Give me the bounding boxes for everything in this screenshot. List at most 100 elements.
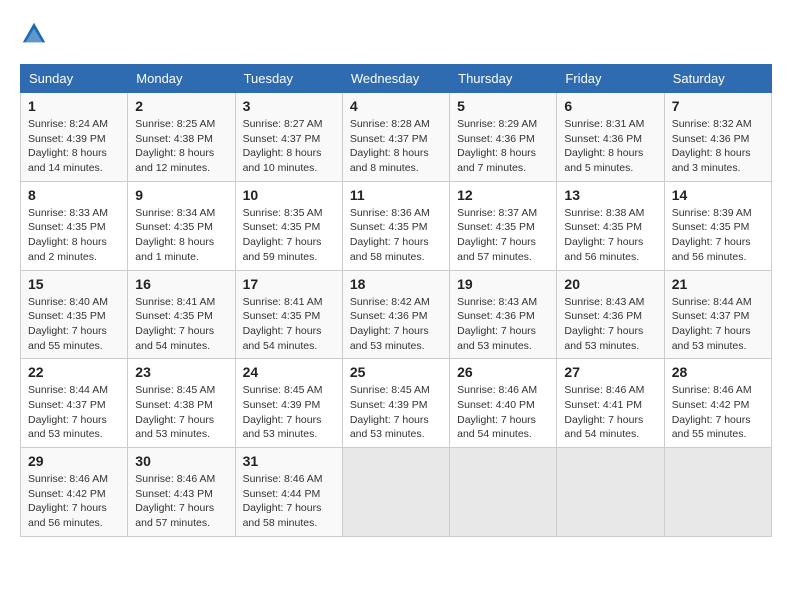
day-info: Sunrise: 8:34 AM Sunset: 4:35 PM Dayligh…	[135, 206, 227, 265]
calendar-cell: 9 Sunrise: 8:34 AM Sunset: 4:35 PM Dayli…	[128, 181, 235, 270]
day-header: Saturday	[664, 65, 771, 93]
calendar-cell	[557, 448, 664, 537]
calendar-cell: 15 Sunrise: 8:40 AM Sunset: 4:35 PM Dayl…	[21, 270, 128, 359]
day-info: Sunrise: 8:44 AM Sunset: 4:37 PM Dayligh…	[672, 295, 764, 354]
day-header: Tuesday	[235, 65, 342, 93]
calendar-cell: 16 Sunrise: 8:41 AM Sunset: 4:35 PM Dayl…	[128, 270, 235, 359]
calendar-week-row: 8 Sunrise: 8:33 AM Sunset: 4:35 PM Dayli…	[21, 181, 772, 270]
day-number: 15	[28, 276, 120, 292]
day-number: 3	[243, 98, 335, 114]
day-number: 7	[672, 98, 764, 114]
day-number: 17	[243, 276, 335, 292]
day-number: 21	[672, 276, 764, 292]
day-header: Monday	[128, 65, 235, 93]
day-number: 2	[135, 98, 227, 114]
day-info: Sunrise: 8:36 AM Sunset: 4:35 PM Dayligh…	[350, 206, 442, 265]
calendar-cell: 23 Sunrise: 8:45 AM Sunset: 4:38 PM Dayl…	[128, 359, 235, 448]
day-info: Sunrise: 8:43 AM Sunset: 4:36 PM Dayligh…	[457, 295, 549, 354]
calendar-cell: 10 Sunrise: 8:35 AM Sunset: 4:35 PM Dayl…	[235, 181, 342, 270]
calendar-header-row: SundayMondayTuesdayWednesdayThursdayFrid…	[21, 65, 772, 93]
day-header: Friday	[557, 65, 664, 93]
calendar-cell: 18 Sunrise: 8:42 AM Sunset: 4:36 PM Dayl…	[342, 270, 449, 359]
calendar-cell: 8 Sunrise: 8:33 AM Sunset: 4:35 PM Dayli…	[21, 181, 128, 270]
day-info: Sunrise: 8:46 AM Sunset: 4:40 PM Dayligh…	[457, 383, 549, 442]
day-number: 14	[672, 187, 764, 203]
calendar-cell: 5 Sunrise: 8:29 AM Sunset: 4:36 PM Dayli…	[450, 93, 557, 182]
day-info: Sunrise: 8:45 AM Sunset: 4:38 PM Dayligh…	[135, 383, 227, 442]
day-info: Sunrise: 8:25 AM Sunset: 4:38 PM Dayligh…	[135, 117, 227, 176]
day-info: Sunrise: 8:27 AM Sunset: 4:37 PM Dayligh…	[243, 117, 335, 176]
day-info: Sunrise: 8:46 AM Sunset: 4:44 PM Dayligh…	[243, 472, 335, 531]
day-number: 26	[457, 364, 549, 380]
day-number: 4	[350, 98, 442, 114]
day-info: Sunrise: 8:43 AM Sunset: 4:36 PM Dayligh…	[564, 295, 656, 354]
day-info: Sunrise: 8:28 AM Sunset: 4:37 PM Dayligh…	[350, 117, 442, 176]
day-number: 18	[350, 276, 442, 292]
day-number: 16	[135, 276, 227, 292]
calendar-cell: 14 Sunrise: 8:39 AM Sunset: 4:35 PM Dayl…	[664, 181, 771, 270]
day-info: Sunrise: 8:46 AM Sunset: 4:41 PM Dayligh…	[564, 383, 656, 442]
day-info: Sunrise: 8:29 AM Sunset: 4:36 PM Dayligh…	[457, 117, 549, 176]
day-number: 31	[243, 453, 335, 469]
calendar-week-row: 29 Sunrise: 8:46 AM Sunset: 4:42 PM Dayl…	[21, 448, 772, 537]
calendar-cell: 19 Sunrise: 8:43 AM Sunset: 4:36 PM Dayl…	[450, 270, 557, 359]
calendar-cell: 12 Sunrise: 8:37 AM Sunset: 4:35 PM Dayl…	[450, 181, 557, 270]
calendar-week-row: 1 Sunrise: 8:24 AM Sunset: 4:39 PM Dayli…	[21, 93, 772, 182]
day-info: Sunrise: 8:40 AM Sunset: 4:35 PM Dayligh…	[28, 295, 120, 354]
day-info: Sunrise: 8:37 AM Sunset: 4:35 PM Dayligh…	[457, 206, 549, 265]
day-info: Sunrise: 8:46 AM Sunset: 4:42 PM Dayligh…	[28, 472, 120, 531]
day-info: Sunrise: 8:46 AM Sunset: 4:42 PM Dayligh…	[672, 383, 764, 442]
day-info: Sunrise: 8:42 AM Sunset: 4:36 PM Dayligh…	[350, 295, 442, 354]
calendar-cell: 3 Sunrise: 8:27 AM Sunset: 4:37 PM Dayli…	[235, 93, 342, 182]
calendar-cell: 22 Sunrise: 8:44 AM Sunset: 4:37 PM Dayl…	[21, 359, 128, 448]
calendar-cell: 6 Sunrise: 8:31 AM Sunset: 4:36 PM Dayli…	[557, 93, 664, 182]
calendar-cell: 31 Sunrise: 8:46 AM Sunset: 4:44 PM Dayl…	[235, 448, 342, 537]
day-header: Wednesday	[342, 65, 449, 93]
day-info: Sunrise: 8:35 AM Sunset: 4:35 PM Dayligh…	[243, 206, 335, 265]
calendar-cell	[450, 448, 557, 537]
day-number: 1	[28, 98, 120, 114]
calendar-cell: 4 Sunrise: 8:28 AM Sunset: 4:37 PM Dayli…	[342, 93, 449, 182]
day-info: Sunrise: 8:24 AM Sunset: 4:39 PM Dayligh…	[28, 117, 120, 176]
calendar-cell: 17 Sunrise: 8:41 AM Sunset: 4:35 PM Dayl…	[235, 270, 342, 359]
calendar-cell: 25 Sunrise: 8:45 AM Sunset: 4:39 PM Dayl…	[342, 359, 449, 448]
day-number: 10	[243, 187, 335, 203]
calendar-cell: 26 Sunrise: 8:46 AM Sunset: 4:40 PM Dayl…	[450, 359, 557, 448]
calendar-week-row: 15 Sunrise: 8:40 AM Sunset: 4:35 PM Dayl…	[21, 270, 772, 359]
day-number: 28	[672, 364, 764, 380]
day-number: 30	[135, 453, 227, 469]
calendar-cell: 20 Sunrise: 8:43 AM Sunset: 4:36 PM Dayl…	[557, 270, 664, 359]
calendar-cell: 24 Sunrise: 8:45 AM Sunset: 4:39 PM Dayl…	[235, 359, 342, 448]
day-number: 20	[564, 276, 656, 292]
calendar-cell: 28 Sunrise: 8:46 AM Sunset: 4:42 PM Dayl…	[664, 359, 771, 448]
day-info: Sunrise: 8:33 AM Sunset: 4:35 PM Dayligh…	[28, 206, 120, 265]
calendar: SundayMondayTuesdayWednesdayThursdayFrid…	[20, 64, 772, 537]
day-header: Thursday	[450, 65, 557, 93]
calendar-cell: 7 Sunrise: 8:32 AM Sunset: 4:36 PM Dayli…	[664, 93, 771, 182]
day-info: Sunrise: 8:39 AM Sunset: 4:35 PM Dayligh…	[672, 206, 764, 265]
day-number: 22	[28, 364, 120, 380]
day-number: 23	[135, 364, 227, 380]
day-number: 12	[457, 187, 549, 203]
calendar-cell: 21 Sunrise: 8:44 AM Sunset: 4:37 PM Dayl…	[664, 270, 771, 359]
day-info: Sunrise: 8:41 AM Sunset: 4:35 PM Dayligh…	[243, 295, 335, 354]
logo-icon	[20, 20, 48, 48]
day-number: 5	[457, 98, 549, 114]
day-number: 24	[243, 364, 335, 380]
day-number: 29	[28, 453, 120, 469]
day-header: Sunday	[21, 65, 128, 93]
day-number: 25	[350, 364, 442, 380]
day-number: 8	[28, 187, 120, 203]
calendar-cell: 13 Sunrise: 8:38 AM Sunset: 4:35 PM Dayl…	[557, 181, 664, 270]
logo	[20, 20, 52, 48]
calendar-cell: 27 Sunrise: 8:46 AM Sunset: 4:41 PM Dayl…	[557, 359, 664, 448]
day-number: 6	[564, 98, 656, 114]
calendar-cell	[664, 448, 771, 537]
page-header	[20, 20, 772, 48]
day-info: Sunrise: 8:38 AM Sunset: 4:35 PM Dayligh…	[564, 206, 656, 265]
calendar-cell: 2 Sunrise: 8:25 AM Sunset: 4:38 PM Dayli…	[128, 93, 235, 182]
day-info: Sunrise: 8:41 AM Sunset: 4:35 PM Dayligh…	[135, 295, 227, 354]
day-number: 19	[457, 276, 549, 292]
day-info: Sunrise: 8:32 AM Sunset: 4:36 PM Dayligh…	[672, 117, 764, 176]
day-info: Sunrise: 8:45 AM Sunset: 4:39 PM Dayligh…	[350, 383, 442, 442]
